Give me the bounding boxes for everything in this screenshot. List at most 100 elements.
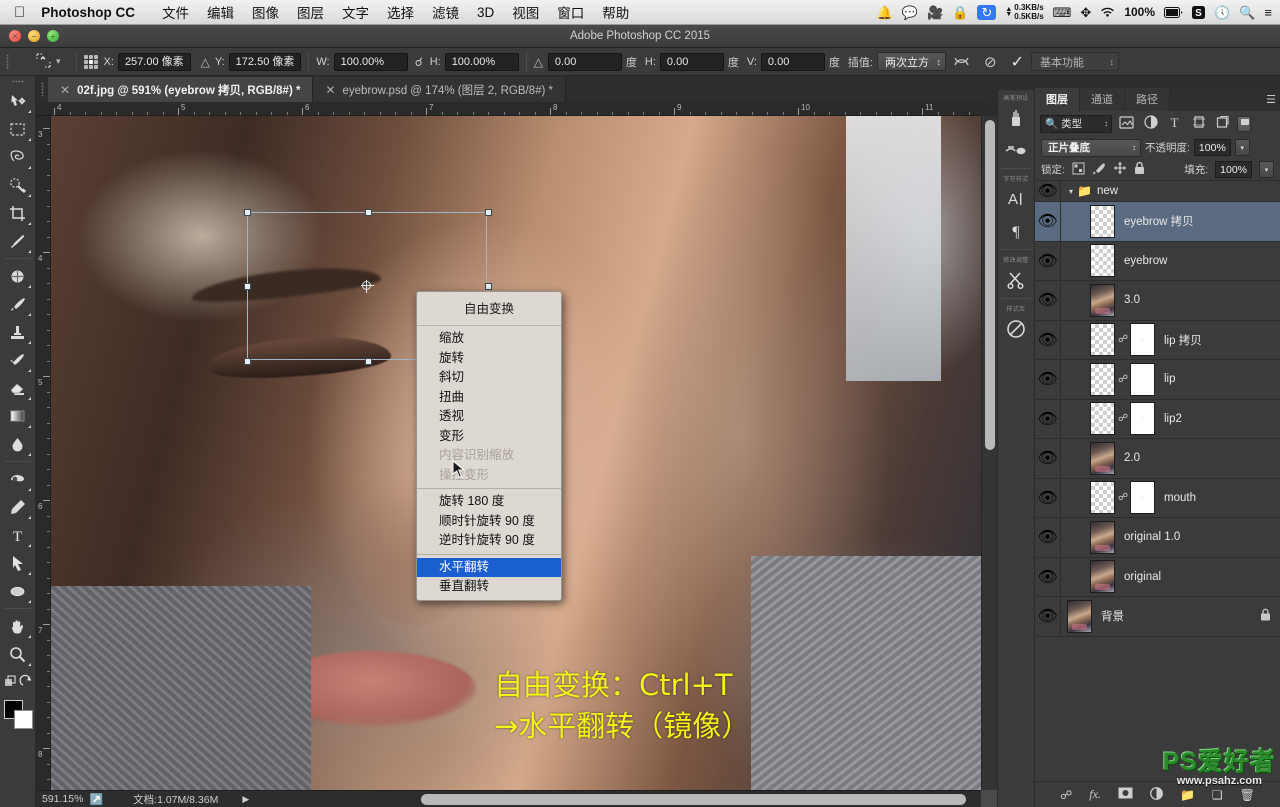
menu-3d[interactable]: 3D — [468, 5, 503, 20]
menu-item-perspective[interactable]: 透视 — [417, 407, 561, 427]
filter-toggle-icon[interactable] — [1237, 115, 1251, 132]
height-input[interactable]: 100.00% — [444, 52, 519, 71]
menu-item-scale[interactable]: 缩放 — [417, 329, 561, 349]
visibility-toggle[interactable]: 👁 — [1035, 597, 1061, 636]
transform-handle-ml[interactable] — [244, 283, 251, 290]
layer-row-lip[interactable]: 👁 ☍ lip — [1035, 360, 1280, 400]
bluetooth-icon[interactable]: ✥ — [1080, 6, 1091, 19]
mask-link-icon[interactable]: ☍ — [1118, 374, 1128, 385]
tab-channels[interactable]: 通道 — [1080, 88, 1125, 111]
hand-tool-icon[interactable] — [3, 612, 33, 640]
tab-layers[interactable]: 图层 — [1035, 88, 1080, 111]
eraser-tool-icon[interactable] — [3, 374, 33, 402]
visibility-toggle[interactable]: 👁 — [1035, 360, 1061, 399]
fill-value[interactable]: 100% — [1215, 161, 1252, 178]
transform-handle-tl[interactable] — [244, 209, 251, 216]
layer-name[interactable]: lip — [1155, 373, 1176, 385]
layer-thumbnail[interactable] — [1090, 204, 1115, 238]
horizontal-ruler[interactable]: 4 5 6 7 8 9 10 11 — [36, 102, 981, 116]
visibility-toggle[interactable]: 👁 — [1035, 281, 1061, 320]
layer-row-eyebrow[interactable]: 👁 eyebrow — [1035, 241, 1280, 281]
layer-row-original[interactable]: 👁 original — [1035, 557, 1280, 597]
type-tool-icon[interactable]: T — [3, 521, 33, 549]
move-tool-icon[interactable] — [3, 87, 33, 115]
stamp-tool-icon[interactable] — [3, 318, 33, 346]
wechat-icon[interactable]: 💬 — [902, 6, 918, 19]
character-panel-icon[interactable]: A — [999, 183, 1033, 215]
delete-layer-icon[interactable]: 🗑 — [1240, 788, 1255, 802]
transform-handle-bc[interactable] — [365, 358, 372, 365]
adjustment-filter-icon[interactable] — [1141, 115, 1160, 132]
layer-row-background[interactable]: 👁 背景 — [1035, 597, 1280, 637]
minimize-window-button[interactable]: − — [28, 30, 40, 42]
crop-tool-icon[interactable] — [3, 199, 33, 227]
wifi-icon[interactable] — [1100, 7, 1115, 18]
layer-name[interactable]: eyebrow 拷贝 — [1115, 213, 1194, 229]
close-window-button[interactable]: ✕ — [9, 30, 21, 42]
layer-mask-thumbnail[interactable]: · — [1130, 481, 1155, 515]
menu-filter[interactable]: 滤镜 — [423, 2, 468, 22]
interpolation-select[interactable]: 两次立方 — [876, 52, 946, 71]
brush-settings-icon[interactable] — [999, 134, 1033, 166]
new-group-icon[interactable]: 📁 — [1180, 788, 1195, 802]
close-icon[interactable]: ✕ — [60, 83, 70, 97]
y-input[interactable]: 172.50 像素 — [228, 52, 302, 71]
layer-thumbnail[interactable] — [1090, 362, 1115, 396]
layer-thumbnail[interactable] — [1067, 599, 1092, 633]
menu-item-rotate[interactable]: 旋转 — [417, 349, 561, 369]
opacity-stepper[interactable]: ▾ — [1234, 139, 1250, 156]
menu-edit[interactable]: 编辑 — [198, 2, 243, 22]
keyboard-icon[interactable]: ⌨ — [1053, 6, 1072, 19]
canvas-vertical-scrollbar[interactable] — [981, 116, 997, 790]
layer-thumbnail[interactable] — [1090, 283, 1115, 317]
sogou-input-icon[interactable]: S — [1192, 5, 1206, 19]
edit-toolbar-icon[interactable] — [3, 668, 33, 696]
search-icon[interactable]: 🔍 — [1239, 6, 1255, 19]
quick-select-tool-icon[interactable] — [3, 171, 33, 199]
lasso-tool-icon[interactable] — [3, 143, 33, 171]
layer-mask-thumbnail[interactable]: · — [1130, 402, 1155, 436]
rotate-angle-input[interactable]: 0.00 — [547, 52, 622, 71]
width-input[interactable]: 100.00% — [333, 52, 408, 71]
vertical-ruler[interactable]: 3 4 5 6 7 8 — [36, 116, 51, 790]
battery-charging-icon[interactable] — [1164, 6, 1183, 18]
visibility-toggle[interactable]: 👁 — [1035, 202, 1061, 241]
menu-window[interactable]: 窗口 — [548, 2, 593, 22]
lock-transparency-icon[interactable] — [1072, 162, 1085, 178]
tab-paths[interactable]: 路径 — [1125, 88, 1170, 111]
chevron-down-icon[interactable]: ▾ — [1061, 187, 1073, 196]
lock-position-icon[interactable] — [1113, 161, 1127, 178]
layer-mask-thumbnail[interactable] — [1130, 362, 1155, 396]
transform-reference-point[interactable] — [361, 280, 374, 293]
menu-image[interactable]: 图像 — [243, 2, 288, 22]
lock-image-icon[interactable] — [1092, 162, 1106, 178]
current-tool-well[interactable]: ▾ — [14, 52, 69, 71]
blend-mode-select[interactable]: 正片叠底 — [1041, 138, 1141, 157]
pen-tool-icon[interactable] — [3, 493, 33, 521]
layer-mask-thumbnail[interactable]: · — [1130, 323, 1155, 357]
screen-record-icon[interactable]: 🎥 — [927, 6, 943, 19]
share-icon[interactable]: ↗️ — [87, 793, 111, 806]
layer-name[interactable]: eyebrow — [1115, 255, 1167, 267]
smart-object-filter-icon[interactable] — [1213, 115, 1232, 132]
visibility-toggle[interactable]: 👁 — [1035, 241, 1061, 280]
layer-row-eyebrow-copy[interactable]: 👁 eyebrow 拷贝 — [1035, 202, 1280, 242]
visibility-toggle[interactable]: 👁 — [1035, 320, 1061, 359]
layer-row-lip2[interactable]: 👁 ☍ · lip2 — [1035, 399, 1280, 439]
menu-item-flip-horizontal[interactable]: 水平翻转 — [417, 557, 561, 577]
transform-handle-tr[interactable] — [485, 209, 492, 216]
adjustment-layer-icon[interactable] — [1150, 786, 1163, 803]
layer-thumbnail[interactable] — [1090, 481, 1115, 515]
network-speed-indicator[interactable]: ▲ ▼ 0.3KB/s 0.5KB/s — [1005, 3, 1043, 21]
menu-item-skew[interactable]: 斜切 — [417, 368, 561, 388]
reference-point-grid[interactable] — [83, 54, 98, 69]
history-brush-tool-icon[interactable] — [3, 346, 33, 374]
transform-handle-bl[interactable] — [244, 358, 251, 365]
mask-link-icon[interactable]: ☍ — [1118, 413, 1128, 424]
layer-name[interactable]: 背景 — [1092, 608, 1124, 624]
menu-file[interactable]: 文件 — [153, 2, 198, 22]
control-center-icon[interactable]: ≡ — [1264, 6, 1272, 19]
commit-transform-icon[interactable]: ✓ — [1011, 52, 1024, 72]
zoom-level[interactable]: 591.15% — [36, 793, 87, 805]
link-chain-icon[interactable]: ☌ — [415, 55, 423, 69]
